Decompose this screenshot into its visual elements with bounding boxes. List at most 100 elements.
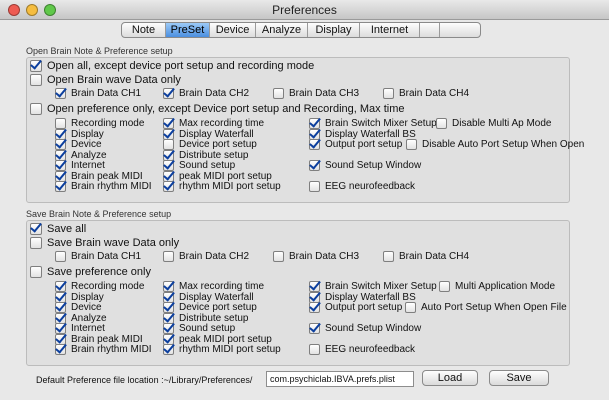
save-distribute-setup-option[interactable]: Distribute setup	[163, 312, 248, 324]
open-brain-switch-mixer-setup-option[interactable]: Brain Switch Mixer Setup	[309, 118, 437, 129]
open-ch2-option[interactable]: Brain Data CH2	[163, 88, 249, 99]
title-bar: Preferences	[0, 0, 609, 20]
open-disable-auto-port-setup-when-open-option[interactable]: Disable Auto Port Setup When Open	[406, 139, 584, 150]
tab-preset[interactable]: PreSet	[166, 23, 210, 37]
open-distribute-setup-option[interactable]: Distribute setup	[163, 149, 249, 161]
open-disable-auto-port-setup-when-open-checkbox[interactable]	[406, 139, 417, 150]
open-display-waterfall-checkbox[interactable]	[163, 128, 174, 140]
open-eeg-neurofeedback-checkbox[interactable]	[309, 181, 320, 192]
save-brain-peak-midi-option[interactable]: Brain peak MIDI	[55, 333, 143, 345]
open-distribute-setup-label: Distribute setup	[179, 149, 249, 161]
save-all-checkbox[interactable]	[30, 223, 42, 235]
save-peak-midi-port-setup-option[interactable]: peak MIDI port setup	[163, 333, 272, 345]
save-sound-setup-window-option[interactable]: Sound Setup Window	[309, 323, 421, 334]
save-auto-port-setup-when-open-file-checkbox[interactable]	[405, 302, 416, 313]
open-rhythm-midi-port-setup-option[interactable]: rhythm MIDI port setup	[163, 181, 281, 192]
save-display-waterfall-option[interactable]: Display Waterfall	[163, 291, 254, 303]
save-ch1-label: Brain Data CH1	[71, 251, 142, 262]
save-rhythm-midi-port-setup-checkbox[interactable]	[163, 344, 174, 355]
open-ch1-option[interactable]: Brain Data CH1	[55, 88, 141, 99]
save-multi-application-mode-checkbox[interactable]	[439, 281, 450, 292]
open-peak-midi-port-setup-label: peak MIDI port setup	[179, 170, 272, 182]
save-peak-midi-port-setup-label: peak MIDI port setup	[179, 333, 272, 345]
open-brainwave-option[interactable]: Open Brain wave Data only	[30, 74, 181, 86]
open-display-waterfall-option[interactable]: Display Waterfall	[163, 128, 254, 140]
open-all-checkbox[interactable]	[30, 60, 42, 72]
open-output-port-setup-checkbox[interactable]	[309, 139, 320, 150]
save-ch4-checkbox[interactable]	[383, 251, 394, 262]
open-analyze-label: Analyze	[71, 149, 107, 161]
save-ch1-checkbox[interactable]	[55, 251, 66, 262]
save-brainwave-checkbox[interactable]	[30, 237, 42, 249]
tab-empty-1[interactable]	[420, 23, 440, 37]
open-peak-midi-port-setup-option[interactable]: peak MIDI port setup	[163, 170, 272, 182]
tab-note[interactable]: Note	[122, 23, 166, 37]
tab-analyze[interactable]: Analyze	[256, 23, 308, 37]
save-sound-setup-window-checkbox[interactable]	[309, 323, 320, 334]
open-disable-multi-ap-mode-checkbox[interactable]	[436, 118, 447, 129]
open-sound-setup-label: Sound setup	[179, 160, 236, 171]
open-max-recording-time-label: Max recording time	[179, 118, 265, 129]
save-eeg-neurofeedback-option[interactable]: EEG neurofeedback	[309, 344, 415, 355]
open-ch3-option[interactable]: Brain Data CH3	[273, 88, 359, 99]
open-all-option[interactable]: Open all, except device port setup and r…	[30, 60, 314, 72]
save-ch3-checkbox[interactable]	[273, 251, 284, 262]
save-display-waterfall-bs-option[interactable]: Display Waterfall BS	[309, 291, 416, 303]
save-rhythm-midi-port-setup-option[interactable]: rhythm MIDI port setup	[163, 344, 281, 355]
open-rhythm-midi-port-setup-checkbox[interactable]	[163, 181, 174, 192]
save-device-port-setup-label: Device port setup	[179, 302, 257, 313]
open-ch4-checkbox[interactable]	[383, 88, 394, 99]
open-brain-rhythm-midi-option[interactable]: Brain rhythm MIDI	[55, 181, 152, 192]
save-brainwave-option[interactable]: Save Brain wave Data only	[30, 237, 179, 249]
save-recording-mode-option[interactable]: Recording mode	[55, 281, 144, 292]
open-sound-setup-option[interactable]: Sound setup	[163, 160, 235, 171]
save-ch4-option[interactable]: Brain Data CH4	[383, 251, 469, 262]
save-all-option[interactable]: Save all	[30, 223, 86, 235]
open-sound-setup-window-checkbox[interactable]	[309, 160, 320, 171]
save-ch2-option[interactable]: Brain Data CH2	[163, 251, 249, 262]
open-display-waterfall-bs-label: Display Waterfall BS	[325, 128, 416, 140]
save-button[interactable]: Save	[489, 370, 549, 386]
open-ch4-label: Brain Data CH4	[399, 88, 470, 99]
save-output-port-setup-option[interactable]: Output port setup	[309, 302, 402, 313]
save-device-port-setup-option[interactable]: Device port setup	[163, 302, 257, 313]
save-output-port-setup-checkbox[interactable]	[309, 302, 320, 313]
open-max-recording-time-option[interactable]: Max recording time	[163, 118, 264, 129]
open-pref-only-checkbox[interactable]	[30, 103, 42, 115]
preference-filename-field[interactable]: com.psychiclab.IBVA.prefs.plist	[266, 371, 414, 387]
open-ch3-checkbox[interactable]	[273, 88, 284, 99]
save-pref-only-option[interactable]: Save preference only	[30, 266, 151, 278]
tab-device[interactable]: Device	[210, 23, 256, 37]
open-output-port-setup-option[interactable]: Output port setup	[309, 139, 402, 150]
save-pref-only-checkbox[interactable]	[30, 266, 42, 278]
save-sound-setup-option[interactable]: Sound setup	[163, 323, 235, 334]
open-display-waterfall-bs-option[interactable]: Display Waterfall BS	[309, 128, 416, 140]
load-button[interactable]: Load	[422, 370, 478, 386]
open-ch2-checkbox[interactable]	[163, 88, 174, 99]
save-brain-rhythm-midi-option[interactable]: Brain rhythm MIDI	[55, 344, 152, 355]
open-brain-peak-midi-option[interactable]: Brain peak MIDI	[55, 170, 143, 182]
open-eeg-neurofeedback-option[interactable]: EEG neurofeedback	[309, 181, 415, 192]
save-brain-rhythm-midi-checkbox[interactable]	[55, 344, 66, 355]
save-ch3-option[interactable]: Brain Data CH3	[273, 251, 359, 262]
save-eeg-neurofeedback-checkbox[interactable]	[309, 344, 320, 355]
open-recording-mode-option[interactable]: Recording mode	[55, 118, 144, 129]
save-ch2-checkbox[interactable]	[163, 251, 174, 262]
save-brain-switch-mixer-setup-option[interactable]: Brain Switch Mixer Setup	[309, 281, 437, 292]
tab-internet[interactable]: Internet	[360, 23, 420, 37]
open-ch3-label: Brain Data CH3	[289, 88, 360, 99]
tab-empty-2[interactable]	[440, 23, 480, 37]
save-ch1-option[interactable]: Brain Data CH1	[55, 251, 141, 262]
open-disable-multi-ap-mode-option[interactable]: Disable Multi Ap Mode	[436, 118, 552, 129]
open-ch4-option[interactable]: Brain Data CH4	[383, 88, 469, 99]
open-sound-setup-window-option[interactable]: Sound Setup Window	[309, 160, 421, 171]
tab-display[interactable]: Display	[308, 23, 360, 37]
save-max-recording-time-option[interactable]: Max recording time	[163, 281, 264, 292]
save-multi-application-mode-option[interactable]: Multi Application Mode	[439, 281, 555, 292]
open-pref-only-option[interactable]: Open preference only, except Device port…	[30, 103, 404, 115]
save-auto-port-setup-when-open-file-option[interactable]: Auto Port Setup When Open File	[405, 302, 567, 313]
open-brainwave-checkbox[interactable]	[30, 74, 42, 86]
open-device-port-setup-option[interactable]: Device port setup	[163, 139, 257, 150]
open-brain-rhythm-midi-checkbox[interactable]	[55, 181, 66, 192]
open-ch1-checkbox[interactable]	[55, 88, 66, 99]
